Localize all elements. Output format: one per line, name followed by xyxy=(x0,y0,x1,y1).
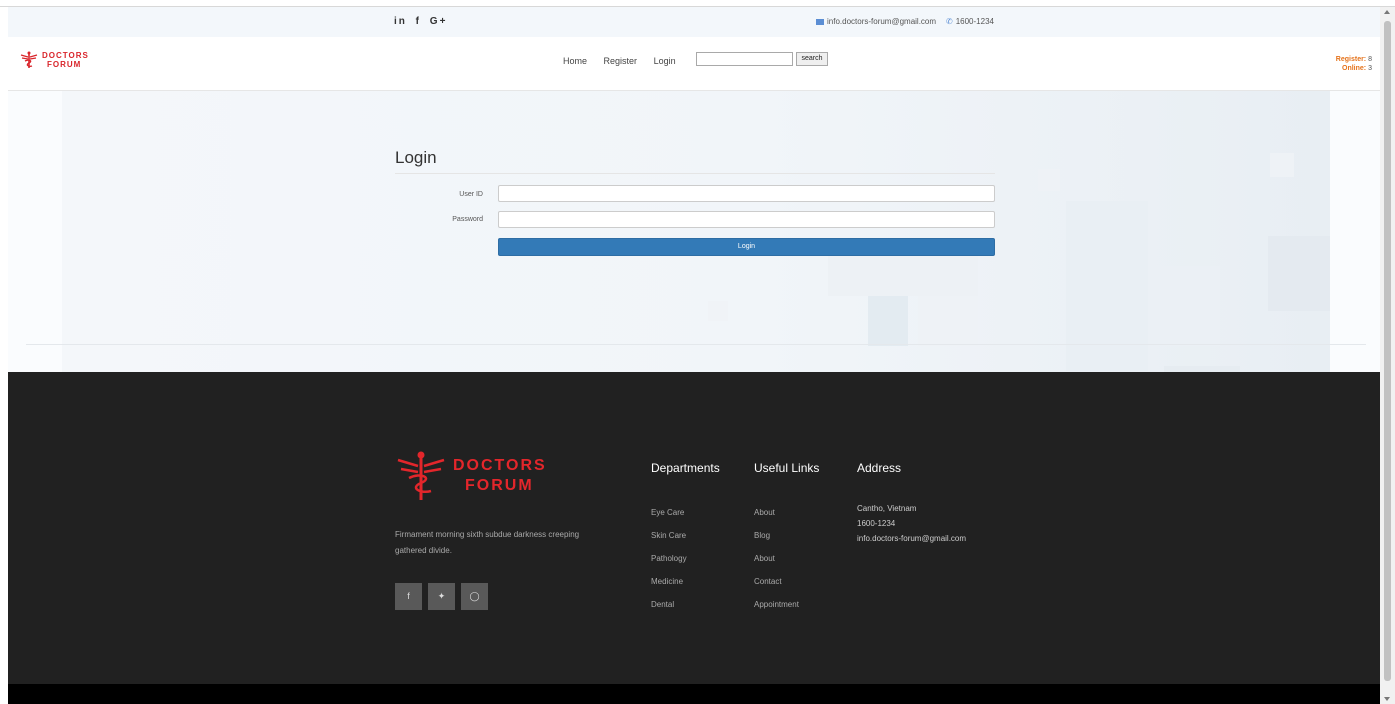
decor-square xyxy=(918,296,978,346)
nav-login[interactable]: Login xyxy=(654,56,676,66)
envelope-icon xyxy=(816,19,824,25)
useful-link[interactable]: About xyxy=(754,508,775,517)
department-link[interactable]: Skin Care xyxy=(651,531,686,540)
footer-tagline: Firmament morning sixth subdue darkness … xyxy=(395,530,580,555)
decor-square xyxy=(1268,236,1330,311)
footer-logo[interactable]: DOCTORS FORUM xyxy=(395,450,547,502)
browser-top-edge xyxy=(0,0,1395,7)
register-count-label: Register: xyxy=(1335,56,1367,63)
decor-square xyxy=(1270,153,1294,177)
top-social-links: in f G+ xyxy=(394,16,451,27)
user-id-field[interactable] xyxy=(498,185,995,202)
login-title: Login xyxy=(395,148,437,167)
register-count-value: 8 xyxy=(1368,56,1372,63)
register-count: Register: 8 xyxy=(1336,55,1372,64)
scroll-up-icon[interactable] xyxy=(1384,10,1390,14)
header-logo-text: DOCTORS FORUM xyxy=(42,51,89,69)
page-scrollbar[interactable] xyxy=(1380,7,1395,704)
decor-square xyxy=(868,296,908,346)
login-title-divider xyxy=(395,173,995,174)
caduceus-logo-icon xyxy=(397,451,445,500)
online-count: Online: 3 xyxy=(1336,64,1372,73)
caduceus-logo-icon xyxy=(20,51,38,68)
site-header: DOCTORS FORUM Home Register Login search… xyxy=(8,37,1380,91)
page: in f G+ info.doctors-forum@gmail.com ✆ 16… xyxy=(8,7,1380,704)
useful-link[interactable]: Blog xyxy=(754,531,770,540)
address-city: Cantho, Vietnam xyxy=(857,504,917,513)
useful-link[interactable]: Contact xyxy=(754,577,782,586)
logo-line-1: DOCTORS xyxy=(42,51,89,60)
user-id-label: User ID xyxy=(459,191,483,198)
top-email[interactable]: info.doctors-forum@gmail.com xyxy=(816,17,936,26)
login-button[interactable]: Login xyxy=(498,238,995,256)
search-input[interactable] xyxy=(696,52,793,66)
decor-square xyxy=(1038,169,1060,191)
departments-title: Departments xyxy=(651,461,720,475)
footer-bottom-bar xyxy=(8,684,1380,704)
top-email-text: info.doctors-forum@gmail.com xyxy=(827,17,937,26)
password-field[interactable] xyxy=(498,211,995,228)
member-stats: Register: 8 Online: 3 xyxy=(1336,55,1372,73)
top-phone-text: 1600-1234 xyxy=(955,17,994,26)
nav-register[interactable]: Register xyxy=(604,56,638,66)
footer-logo-line-2: FORUM xyxy=(465,477,534,494)
footer-logo-line-1: DOCTORS xyxy=(453,457,547,474)
instagram-icon[interactable]: ◯ xyxy=(461,583,488,610)
department-link[interactable]: Dental xyxy=(651,600,674,609)
footer-logo-text: DOCTORS FORUM xyxy=(453,456,547,496)
decor-square xyxy=(1148,266,1220,346)
scrollbar-thumb[interactable] xyxy=(1384,21,1391,681)
department-link[interactable]: Pathology xyxy=(651,554,687,563)
logo-line-2: FORUM xyxy=(47,60,82,69)
decor-square xyxy=(708,301,728,321)
facebook-icon[interactable]: f xyxy=(416,16,421,27)
main-nav: Home Register Login xyxy=(563,56,690,66)
useful-link[interactable]: About xyxy=(754,554,775,563)
search-button[interactable]: search xyxy=(796,52,828,66)
google-plus-icon[interactable]: G+ xyxy=(430,16,448,27)
password-label: Password xyxy=(452,216,483,223)
header-logo[interactable]: DOCTORS FORUM xyxy=(20,51,89,69)
footer-social: f ✦ ◯ xyxy=(395,583,494,610)
useful-link[interactable]: Appointment xyxy=(754,600,799,609)
scroll-down-icon[interactable] xyxy=(1384,697,1390,701)
address-email[interactable]: info.doctors-forum@gmail.com xyxy=(857,534,966,543)
decor-square xyxy=(828,251,978,296)
useful-links-title: Useful Links xyxy=(754,461,820,475)
twitter-icon[interactable]: ✦ xyxy=(428,583,455,610)
online-count-value: 3 xyxy=(1368,65,1372,72)
address-title: Address xyxy=(857,461,902,475)
facebook-icon[interactable]: f xyxy=(395,583,422,610)
department-link[interactable]: Eye Care xyxy=(651,508,684,517)
nav-home[interactable]: Home xyxy=(563,56,587,66)
phone-icon: ✆ xyxy=(946,17,953,26)
online-count-label: Online: xyxy=(1342,65,1367,72)
decor-square xyxy=(1066,201,1148,371)
site-footer: DOCTORS FORUM Firmament morning sixth su… xyxy=(8,372,1380,684)
department-link[interactable]: Medicine xyxy=(651,577,683,586)
address-phone: 1600-1234 xyxy=(857,519,896,528)
top-phone: ✆ 1600-1234 xyxy=(946,17,994,26)
hero-divider xyxy=(26,344,1366,345)
login-section: Login User ID Password Login xyxy=(8,91,1380,372)
linkedin-icon[interactable]: in xyxy=(394,16,407,27)
top-info-bar: in f G+ info.doctors-forum@gmail.com ✆ 16… xyxy=(8,7,1380,37)
